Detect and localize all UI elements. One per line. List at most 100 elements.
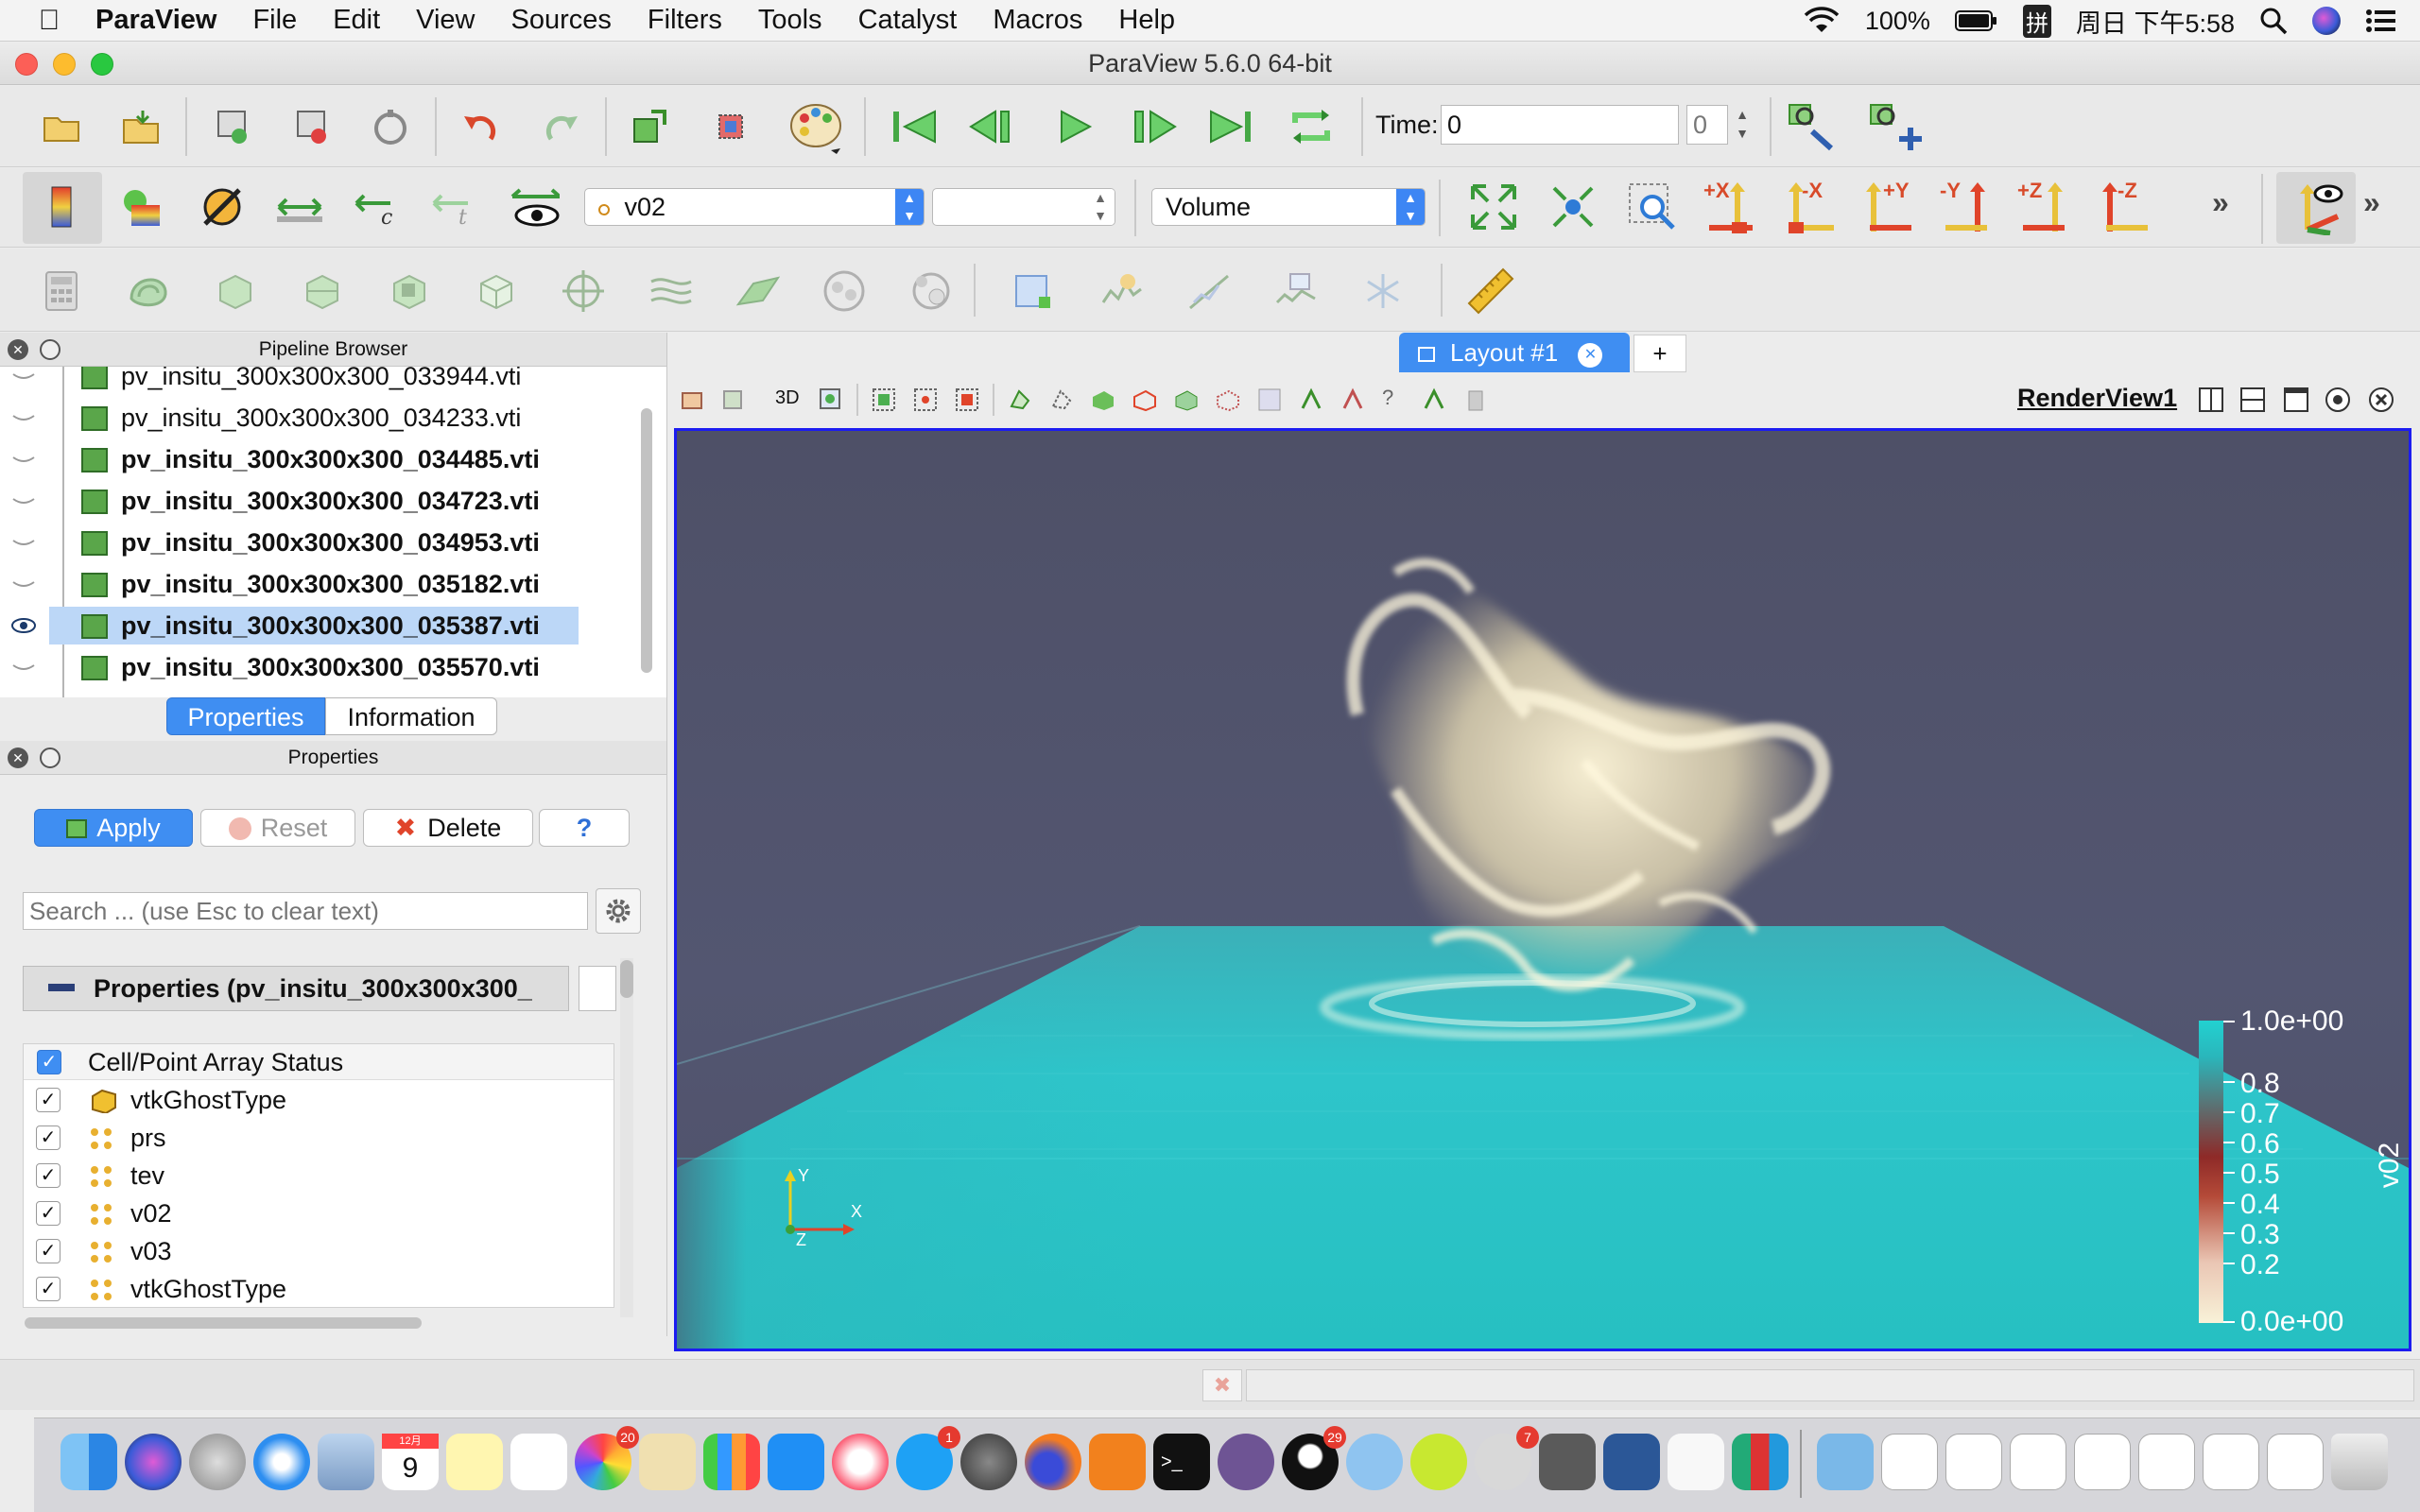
zoom-to-box-icon[interactable] bbox=[1626, 181, 1677, 232]
array-checkbox[interactable]: ✓ bbox=[36, 1239, 60, 1263]
menu-file[interactable]: File bbox=[234, 5, 315, 36]
menu-catalyst[interactable]: Catalyst bbox=[840, 5, 976, 36]
textedit-icon[interactable] bbox=[1668, 1434, 1724, 1490]
properties-search-input[interactable] bbox=[23, 892, 588, 930]
pipeline-item-selected[interactable]: pv_insitu_300x300x300_035387.vti bbox=[0, 605, 652, 646]
view-plus-z-icon[interactable]: +Z bbox=[2017, 179, 2068, 232]
menu-view[interactable]: View bbox=[398, 5, 493, 36]
view-plus-y-icon[interactable]: +Y bbox=[1860, 179, 1911, 232]
document-stack-icon[interactable] bbox=[2138, 1434, 2195, 1490]
safari-icon[interactable] bbox=[253, 1434, 310, 1490]
clear-selection-icon[interactable] bbox=[1463, 387, 1488, 412]
grow-selection-icon[interactable] bbox=[1257, 387, 1282, 412]
array-checkbox[interactable]: ✓ bbox=[36, 1277, 60, 1301]
array-row[interactable]: ✓ vtkGhostType bbox=[23, 1270, 618, 1308]
help-button[interactable]: ? bbox=[539, 809, 630, 847]
camera-undo-icon[interactable] bbox=[819, 387, 843, 412]
keynote-icon[interactable] bbox=[768, 1434, 824, 1490]
toggle-3d-button[interactable]: 3D bbox=[775, 387, 800, 409]
notes-icon[interactable] bbox=[446, 1434, 503, 1490]
terminal-icon[interactable]: >_ bbox=[1153, 1434, 1210, 1490]
eye-closed-icon[interactable] bbox=[11, 533, 36, 552]
wifi-icon[interactable] bbox=[1803, 7, 1841, 35]
play-icon[interactable] bbox=[1049, 101, 1100, 152]
eye-open-icon[interactable] bbox=[11, 616, 36, 635]
pipeline-item[interactable]: pv_insitu_300x300x300_034485.vti bbox=[0, 438, 652, 480]
pipeline-item[interactable]: pv_insitu_300x300x300_033944.vti bbox=[0, 367, 652, 397]
plot-selection-over-time-icon[interactable] bbox=[1270, 266, 1322, 317]
select-polygon-cells-icon[interactable] bbox=[1008, 387, 1032, 412]
view-minus-y-icon[interactable]: -Y bbox=[1940, 179, 1991, 232]
clock[interactable]: 周日 下午5:58 bbox=[2076, 3, 2235, 40]
close-icon[interactable]: ✕ bbox=[8, 339, 28, 360]
tab-layout-1[interactable]: Layout #1 ✕ bbox=[1399, 333, 1630, 372]
array-row[interactable]: ✓ vtkGhostType bbox=[23, 1081, 618, 1119]
color-by-array-select[interactable]: v02 ▲ ▼ bbox=[584, 188, 925, 226]
menu-filters[interactable]: Filters bbox=[630, 5, 740, 36]
pipeline-item[interactable]: pv_insitu_300x300x300_035182.vti bbox=[0, 563, 652, 605]
float-panel-icon[interactable] bbox=[40, 339, 60, 360]
select-block-icon[interactable] bbox=[1299, 387, 1323, 412]
eye-closed-icon[interactable] bbox=[11, 450, 36, 469]
array-checkbox[interactable]: ✓ bbox=[36, 1201, 60, 1226]
rescale-custom-range-icon[interactable]: c bbox=[352, 181, 403, 232]
extract-level-icon[interactable] bbox=[906, 266, 957, 317]
rescale-over-time-icon[interactable]: t bbox=[429, 181, 480, 232]
slice-icon[interactable] bbox=[297, 266, 348, 317]
firefox-icon[interactable] bbox=[1025, 1434, 1081, 1490]
eye-closed-icon[interactable] bbox=[11, 367, 36, 386]
contour-icon[interactable] bbox=[123, 266, 174, 317]
charts-app-icon[interactable] bbox=[1732, 1434, 1789, 1490]
eye-closed-icon[interactable] bbox=[11, 408, 36, 427]
render-view[interactable]: Y X Z 1.0e+00 0.8 0.7 0.6 0.5 0.4 0.3 0.… bbox=[674, 428, 2411, 1351]
advanced-properties-button[interactable] bbox=[596, 888, 641, 934]
reset-session-icon[interactable] bbox=[624, 101, 675, 152]
select-points-icon[interactable] bbox=[913, 387, 938, 412]
loop-icon[interactable] bbox=[1286, 101, 1337, 152]
properties-scrollbar[interactable] bbox=[620, 958, 633, 1317]
add-camera-link-icon[interactable] bbox=[1868, 97, 1925, 156]
array-row[interactable]: ✓ tev bbox=[23, 1157, 618, 1194]
menu-sources[interactable]: Sources bbox=[493, 5, 630, 36]
pipeline-scrollbar[interactable] bbox=[641, 408, 652, 673]
document-stack-icon[interactable] bbox=[2203, 1434, 2259, 1490]
split-vertical-icon[interactable] bbox=[2238, 386, 2267, 414]
auto-apply-icon[interactable] bbox=[365, 101, 416, 152]
query-selection-icon[interactable]: ? bbox=[1382, 386, 1393, 410]
launchpad-icon[interactable] bbox=[189, 1434, 246, 1490]
reset-camera-icon[interactable] bbox=[1467, 181, 1518, 232]
system-preferences-icon[interactable] bbox=[960, 1434, 1017, 1490]
pages-icon[interactable] bbox=[639, 1434, 696, 1490]
input-method-icon[interactable]: 拼 bbox=[2022, 4, 2051, 38]
clip-icon[interactable] bbox=[210, 266, 261, 317]
stream-tracer-icon[interactable] bbox=[645, 266, 696, 317]
siri-icon[interactable] bbox=[2312, 7, 2341, 35]
eye-closed-icon[interactable] bbox=[11, 575, 36, 593]
pipeline-item[interactable]: pv_insitu_300x300x300_034953.vti bbox=[0, 522, 652, 563]
music-app-icon[interactable] bbox=[1410, 1434, 1467, 1490]
document-stack-icon[interactable] bbox=[2010, 1434, 2066, 1490]
photos-icon[interactable]: 20 bbox=[575, 1426, 639, 1490]
close-view-icon[interactable] bbox=[2367, 386, 2395, 414]
eye-closed-icon[interactable] bbox=[11, 658, 36, 677]
copy-properties-button[interactable] bbox=[579, 966, 616, 1011]
view-minus-x-icon[interactable]: -X bbox=[1783, 179, 1834, 233]
shrink-selection-icon[interactable] bbox=[1340, 387, 1365, 412]
find-data-icon[interactable] bbox=[705, 101, 756, 152]
link-camera-icon[interactable] bbox=[722, 387, 747, 412]
load-state-icon[interactable] bbox=[115, 101, 166, 152]
view-plus-x-icon[interactable]: +X bbox=[1703, 179, 1754, 233]
calendar-icon[interactable]: 12月 9 bbox=[382, 1434, 439, 1490]
threshold-icon[interactable] bbox=[384, 266, 435, 317]
messages-icon[interactable] bbox=[1346, 1434, 1403, 1490]
time-step-stepper[interactable]: ▲ ▼ bbox=[1732, 105, 1753, 145]
reminders-icon[interactable] bbox=[510, 1434, 567, 1490]
qq-icon[interactable]: 29 bbox=[1282, 1426, 1346, 1490]
select-polygon-points-icon[interactable] bbox=[1049, 387, 1074, 412]
open-file-icon[interactable] bbox=[36, 101, 87, 152]
close-tab-icon[interactable]: ✕ bbox=[1578, 343, 1603, 368]
representation-select[interactable]: Volume ▲ ▼ bbox=[1151, 188, 1426, 226]
finder-icon[interactable] bbox=[60, 1434, 117, 1490]
downloads-folder-icon[interactable] bbox=[1817, 1434, 1874, 1490]
last-frame-icon[interactable] bbox=[1206, 101, 1257, 152]
